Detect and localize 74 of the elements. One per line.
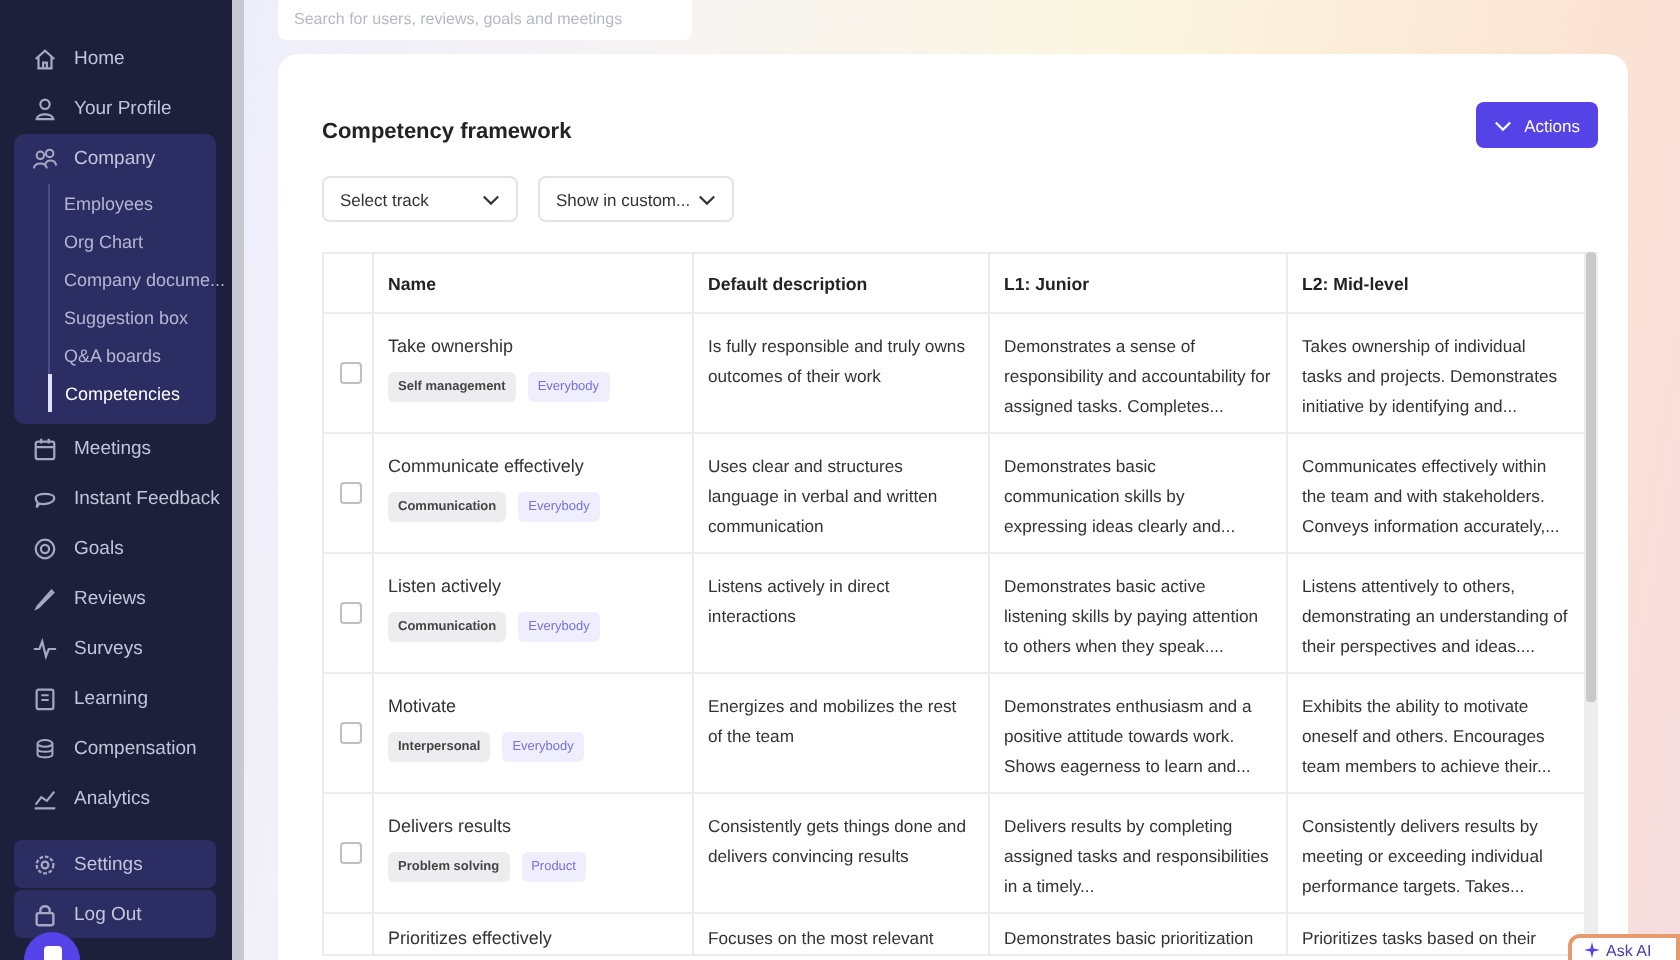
settings-icon [32,851,58,877]
table-cell: Demonstrates a sense of responsibility and accountability for assigned tasks. Completes... [1004,336,1271,416]
sidebar-item[interactable]: Goals [0,524,232,574]
row-checkbox[interactable] [340,722,362,744]
competency-name: Communicate effectively [388,454,586,480]
sidebar-subitem[interactable]: Suggestion box [50,298,216,336]
home-icon [32,46,58,72]
target-icon [32,536,58,562]
sidebar-item[interactable]: Your Profile [0,84,232,134]
chevron-down-icon [1494,119,1513,131]
table-cell: Listens attentively to others, demonstrating an understanding of their perspectives and ideas.... [1302,576,1568,656]
book-icon [32,686,58,712]
table-cell: Energizes and mobilizes the rest of the team [708,696,957,746]
calendar-icon [32,436,58,462]
table-cell: Takes ownership of individual tasks and projects. Demonstrates initiative by identifying and... [1302,336,1558,416]
padlock-icon [32,901,58,927]
sidebar-subitem[interactable]: Org Chart [50,222,216,260]
chevron-down-icon [698,193,716,205]
sidebar-item[interactable]: Reviews [0,574,232,624]
chart-icon [32,786,58,812]
table-cell: Listens actively in direct interactions [708,576,890,626]
column-header: L1: Junior [989,253,1287,313]
column-header: L2: Mid-level [1287,253,1585,313]
filter-dropdown[interactable]: Show in custom... [538,176,734,222]
coins-icon [32,736,58,762]
chevron-down-icon [482,193,500,205]
competency-name: Take ownership [388,334,516,360]
column-header: Name [373,253,693,313]
table-cell: Demonstrates basic active listening skills by paying attention to others when they speak.... [1004,576,1259,656]
person-icon [32,96,58,122]
competency-name: Delivers results [388,814,514,840]
competency-name: Motivate [388,694,459,720]
table-cell: Demonstrates basic prioritization [1004,928,1254,948]
row-checkbox[interactable] [340,842,362,864]
table-cell: Focuses on the most relevant [708,928,934,948]
scrollbar-thumb[interactable] [1586,252,1596,702]
table-cell: Uses clear and structures language in verbal and written communication [708,456,938,536]
row-checkbox[interactable] [340,602,362,624]
sidebar-item[interactable]: Log Out [14,890,216,938]
sidebar-item[interactable]: Instant Feedback [0,474,232,524]
sidebar-subitem[interactable]: Employees [50,184,216,222]
table-cell: Demonstrates enthusiasm and a positive attitude towards work. Shows eagerness to learn and... [1004,696,1252,776]
sidebar-item[interactable]: Meetings [0,424,232,474]
table-cell: Is fully responsible and truly owns outcomes of their work [708,336,965,386]
search-field[interactable]: Search for users, reviews, goals and meetings [278,0,692,40]
row-checkbox[interactable] [340,482,362,504]
pulse-icon [32,636,58,662]
row-checkbox[interactable] [340,362,362,384]
sidebar-item[interactable]: Analytics [0,774,232,824]
card-title: Competency framework [322,119,572,143]
table-cell: Exhibits the ability to motivate oneself and others. Encourages team members to achieve their... [1302,696,1552,776]
people-icon [32,146,58,172]
sidebar-subitem[interactable]: Competencies [47,374,216,412]
table-cell: Prioritizes tasks based on their [1302,928,1537,948]
table-cell: Consistently delivers results by meeting or exceeding individual performance targets. Takes... [1302,816,1543,896]
table-cell: Consistently gets things done and delivers convincing results [708,816,966,866]
filter-dropdown[interactable]: Select track [322,176,518,222]
competency-name: Prioritizes effectively [388,926,554,952]
sidebar-subitem[interactable]: Q&A boards [50,336,216,374]
table-cell: Delivers results by completing assigned tasks and responsibilities in a timely... [1004,816,1269,896]
competency-name: Listen actively [388,574,504,600]
ask-ai-button[interactable]: Ask AI [1568,934,1680,960]
pencil-icon [32,586,58,612]
sidebar-item[interactable]: Settings [14,840,216,888]
sidebar-item[interactable]: Surveys [0,624,232,674]
table-cell: Communicates effectively within the team and with stakeholders. Conveys information accurately,... [1302,456,1560,536]
sidebar-item[interactable]: Compensation [0,724,232,774]
sidebar-item[interactable]: Learning [0,674,232,724]
sidebar-item[interactable]: Company [14,134,216,184]
sidebar-item[interactable]: Home [0,34,232,84]
table-cell: Demonstrates basic communication skills by expressing ideas clearly and... [1004,456,1236,536]
actions-button[interactable]: Actions [1476,102,1598,148]
sparkle-icon [1584,942,1600,958]
column-header: Default description [693,253,989,313]
